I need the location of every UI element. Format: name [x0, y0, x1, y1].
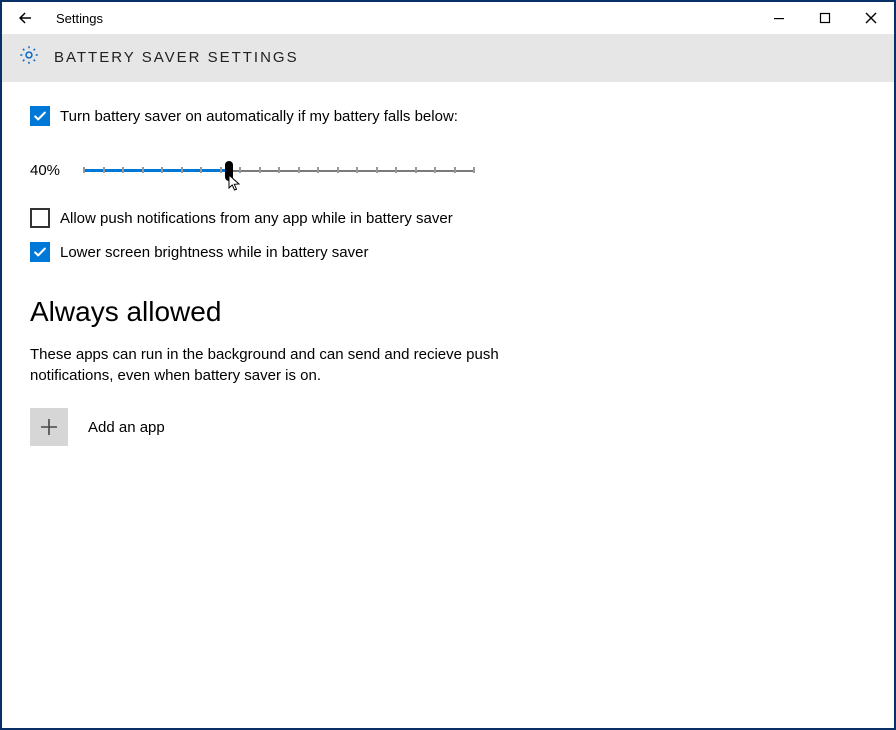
maximize-icon — [819, 12, 831, 24]
auto-on-label: Turn battery saver on automatically if m… — [60, 108, 458, 125]
window-controls — [756, 2, 894, 34]
slider-thumb[interactable] — [225, 161, 233, 181]
auto-on-row: Turn battery saver on automatically if m… — [30, 106, 866, 126]
push-notifications-row: Allow push notifications from any app wh… — [30, 208, 866, 228]
lower-brightness-row: Lower screen brightness while in battery… — [30, 242, 866, 262]
auto-on-checkbox[interactable] — [30, 106, 50, 126]
settings-window: Settings — [0, 0, 896, 730]
minimize-icon — [773, 12, 785, 24]
content-area: Turn battery saver on automatically if m… — [2, 82, 894, 470]
close-icon — [865, 12, 877, 24]
add-app-button[interactable]: Add an app — [30, 408, 866, 446]
lower-brightness-checkbox[interactable] — [30, 242, 50, 262]
minimize-button[interactable] — [756, 2, 802, 34]
plus-tile — [30, 408, 68, 446]
back-button[interactable] — [2, 2, 48, 34]
threshold-value: 40% — [30, 162, 66, 179]
page-header: BATTERY SAVER SETTINGS — [2, 34, 894, 82]
slider-ticks — [84, 169, 474, 171]
page-title: BATTERY SAVER SETTINGS — [54, 49, 299, 66]
always-allowed-heading: Always allowed — [30, 296, 866, 328]
lower-brightness-label: Lower screen brightness while in battery… — [60, 244, 368, 261]
push-notifications-checkbox[interactable] — [30, 208, 50, 228]
threshold-slider[interactable] — [84, 158, 474, 182]
close-button[interactable] — [848, 2, 894, 34]
check-icon — [33, 109, 47, 123]
plus-icon — [40, 418, 58, 436]
push-notifications-label: Allow push notifications from any app wh… — [60, 210, 453, 227]
threshold-slider-row: 40% — [30, 158, 866, 182]
window-title: Settings — [56, 11, 103, 26]
add-app-label: Add an app — [88, 419, 165, 436]
gear-icon — [18, 44, 40, 70]
check-icon — [33, 245, 47, 259]
back-arrow-icon — [16, 9, 34, 27]
always-allowed-body: These apps can run in the background and… — [30, 344, 500, 386]
maximize-button[interactable] — [802, 2, 848, 34]
titlebar: Settings — [2, 2, 894, 34]
